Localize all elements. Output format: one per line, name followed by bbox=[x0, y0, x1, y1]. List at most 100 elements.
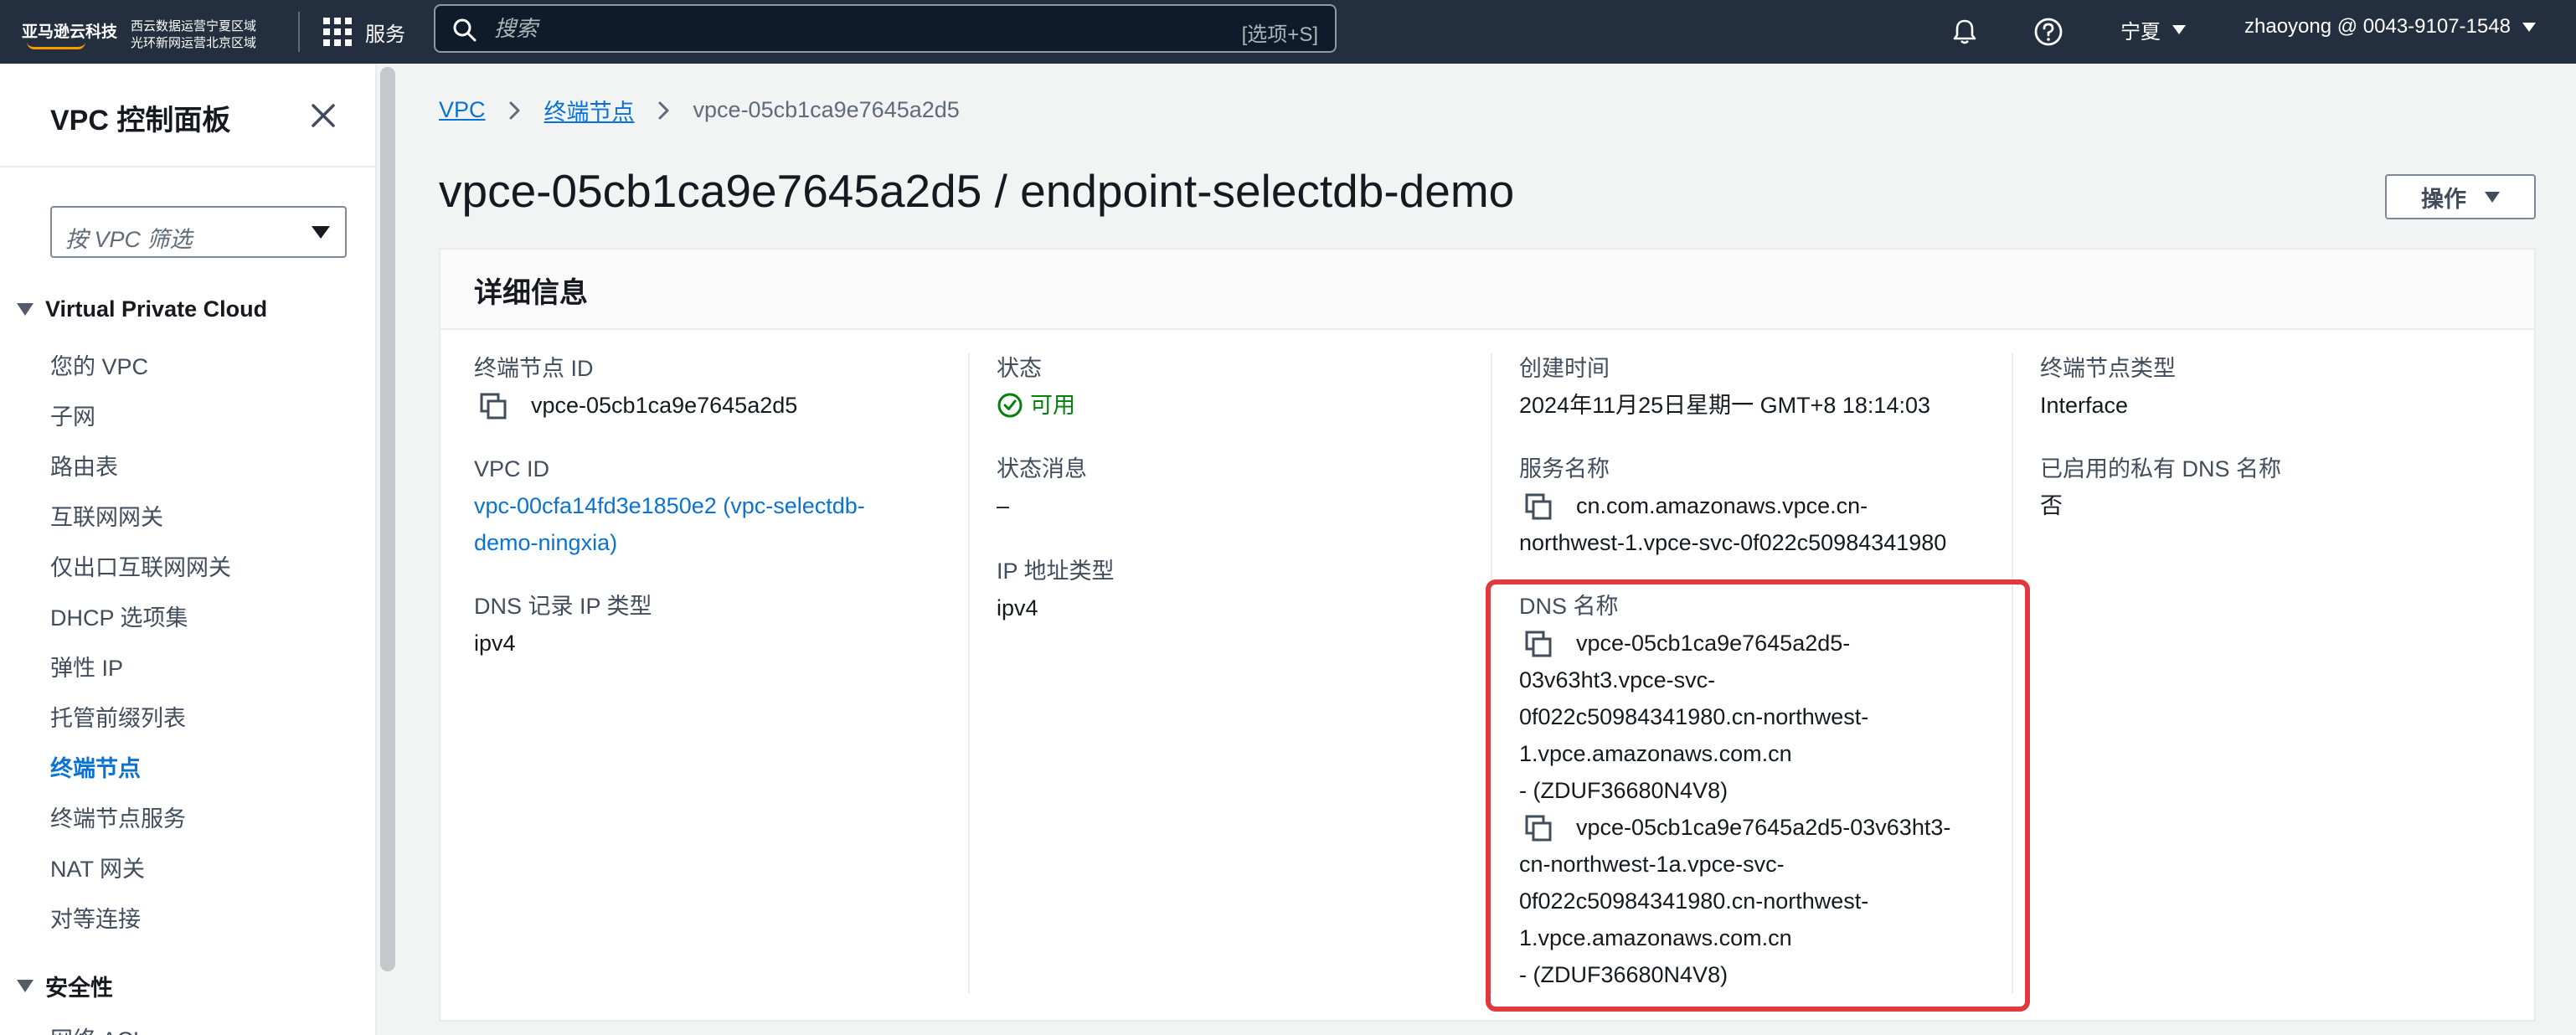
account-label: zhaoyong @ 0043-9107-1548 bbox=[2244, 15, 2511, 38]
sidebar-item-peering-connections[interactable]: 对等连接 bbox=[50, 901, 141, 934]
sidebar-item-nat-gateways[interactable]: NAT 网关 bbox=[50, 851, 145, 883]
dns-names-highlight-annotation bbox=[1486, 579, 2030, 1012]
sidebar-divider bbox=[0, 166, 377, 167]
expand-triangle-icon bbox=[17, 980, 33, 992]
caret-down-icon bbox=[2172, 25, 2186, 34]
sidebar-item-endpoint-services[interactable]: 终端节点服务 bbox=[50, 801, 186, 833]
region-selector[interactable]: 宁夏 bbox=[2120, 15, 2186, 44]
logo-text: 亚马逊云科技 bbox=[22, 23, 118, 41]
private-dns-value: 否 bbox=[2040, 493, 2063, 518]
service-name-label: 服务名称 bbox=[1519, 456, 1610, 481]
endpoint-type-label: 终端节点类型 bbox=[2040, 356, 2176, 381]
status-label: 状态 bbox=[997, 356, 1042, 381]
service-name-line1: cn.com.amazonaws.vpce.cn- bbox=[1576, 493, 1868, 518]
logo-subtitle: 西云数据运营宁夏区域 光环新网运营北京区域 bbox=[131, 18, 256, 52]
copy-icon[interactable] bbox=[1524, 492, 1553, 521]
status-message-value: – bbox=[997, 493, 1010, 518]
logo-smile-icon bbox=[27, 42, 85, 49]
sidebar-item-egress-only-igw[interactable]: 仅出口互联网网关 bbox=[50, 549, 231, 582]
services-label: 服务 bbox=[365, 23, 405, 46]
vpc-id-link-line1: vpc-00cfa14fd3e1850e2 (vpc-selectdb- bbox=[474, 493, 865, 518]
vpc-filter-placeholder: 按 VPC 筛选 bbox=[65, 227, 193, 252]
field-private-dns-enabled: 已启用的私有 DNS 名称 否 bbox=[2040, 451, 2281, 524]
sidebar-item-elastic-ips[interactable]: 弹性 IP bbox=[50, 650, 123, 682]
close-icon[interactable] bbox=[305, 97, 342, 134]
caret-down-icon bbox=[2485, 191, 2500, 203]
breadcrumb-current: vpce-05cb1ca9e7645a2d5 bbox=[693, 97, 960, 122]
notifications-bell-icon[interactable] bbox=[1946, 13, 1983, 50]
actions-label: 操作 bbox=[2421, 186, 2466, 212]
expand-triangle-icon bbox=[17, 303, 33, 316]
search-shortcut-hint: [选项+S] bbox=[1241, 23, 1318, 46]
dns-record-type-label: DNS 记录 IP 类型 bbox=[474, 594, 652, 619]
private-dns-label: 已启用的私有 DNS 名称 bbox=[2040, 456, 2282, 481]
caret-down-icon bbox=[312, 226, 330, 239]
endpoint-type-value: Interface bbox=[2040, 393, 2129, 418]
actions-button[interactable]: 操作 bbox=[2385, 174, 2536, 219]
field-creation-time: 创建时间 2024年11月25日星期一 GMT+8 18:14:03 bbox=[1519, 350, 1930, 424]
endpoint-id-label: 终端节点 ID bbox=[474, 356, 594, 381]
sidebar-scrollbar-thumb[interactable] bbox=[380, 67, 395, 971]
column-divider bbox=[968, 353, 970, 993]
side-navigation: VPC 控制面板 按 VPC 筛选 Virtual Private Cloud … bbox=[0, 64, 377, 1035]
sidebar-item-subnets[interactable]: 子网 bbox=[50, 399, 95, 431]
chevron-right-icon bbox=[658, 101, 669, 119]
sidebar-item-network-acls[interactable]: 网络 ACL bbox=[50, 1022, 146, 1035]
section-label: Virtual Private Cloud bbox=[45, 296, 268, 322]
chevron-right-icon bbox=[509, 101, 520, 119]
vpc-filter-select[interactable]: 按 VPC 筛选 bbox=[50, 206, 347, 258]
vpc-id-link[interactable]: vpc-00cfa14fd3e1850e2 (vpc-selectdb- dem… bbox=[474, 487, 865, 561]
check-circle-icon bbox=[997, 393, 1023, 418]
ip-type-value: ipv4 bbox=[997, 595, 1038, 620]
sidebar-item-dhcp-option-sets[interactable]: DHCP 选项集 bbox=[50, 600, 188, 632]
sidebar-item-managed-prefix-lists[interactable]: 托管前缀列表 bbox=[50, 700, 186, 733]
breadcrumb-endpoints-link[interactable]: 终端节点 bbox=[544, 94, 635, 126]
field-ip-address-type: IP 地址类型 ipv4 bbox=[997, 553, 1115, 626]
section-virtual-private-cloud[interactable]: Virtual Private Cloud bbox=[17, 296, 267, 322]
field-endpoint-type: 终端节点类型 Interface bbox=[2040, 350, 2176, 424]
search-bar[interactable]: [选项+S] bbox=[434, 4, 1337, 53]
search-icon bbox=[453, 18, 477, 42]
sidebar-item-endpoints[interactable]: 终端节点 bbox=[50, 750, 141, 783]
aws-logo[interactable]: 亚马逊云科技 西云数据运营宁夏区域 光环新网运营北京区域 bbox=[22, 10, 256, 54]
top-navigation: 亚马逊云科技 西云数据运营宁夏区域 光环新网运营北京区域 服务 [选项+S] bbox=[0, 0, 2576, 64]
status-value: 可用 bbox=[1030, 393, 1075, 418]
sidebar-title: VPC 控制面板 bbox=[50, 105, 231, 136]
service-name-line2: northwest-1.vpce-svc-0f022c50984341980 bbox=[1519, 530, 1947, 555]
vpc-id-label: VPC ID bbox=[474, 456, 550, 481]
dns-record-type-value: ipv4 bbox=[474, 631, 516, 656]
field-status-message: 状态消息 – bbox=[997, 451, 1087, 524]
field-status: 状态 可用 bbox=[997, 350, 1075, 424]
account-menu[interactable]: zhaoyong @ 0043-9107-1548 bbox=[2244, 15, 2536, 39]
endpoint-id-value: vpce-05cb1ca9e7645a2d5 bbox=[531, 393, 798, 418]
region-label: 宁夏 bbox=[2120, 21, 2161, 44]
copy-icon[interactable] bbox=[479, 392, 507, 420]
page-title: vpce-05cb1ca9e7645a2d5 / endpoint-select… bbox=[439, 165, 1515, 217]
breadcrumb: VPC 终端节点 vpce-05cb1ca9e7645a2d5 bbox=[439, 94, 960, 126]
nav-divider bbox=[298, 12, 300, 52]
logo-subtitle-line1: 西云数据运营宁夏区域 bbox=[131, 19, 257, 33]
field-service-name: 服务名称 cn.com.amazonaws.vpce.cn- northwest… bbox=[1519, 451, 1946, 561]
ip-type-label: IP 地址类型 bbox=[997, 559, 1115, 584]
vpc-id-link-line2: demo-ningxia) bbox=[474, 530, 618, 555]
sidebar-item-internet-gateways[interactable]: 互联网网关 bbox=[50, 499, 163, 532]
section-security[interactable]: 安全性 bbox=[17, 970, 113, 1002]
section-label: 安全性 bbox=[45, 976, 113, 1001]
help-icon[interactable] bbox=[2030, 13, 2067, 50]
field-dns-record-ip-type: DNS 记录 IP 类型 ipv4 bbox=[474, 588, 652, 662]
sidebar-item-route-tables[interactable]: 路由表 bbox=[50, 449, 118, 481]
caret-down-icon bbox=[2522, 22, 2536, 32]
status-message-label: 状态消息 bbox=[997, 456, 1087, 481]
grid-icon bbox=[323, 18, 352, 46]
field-endpoint-id: 终端节点 ID vpce-05cb1ca9e7645a2d5 bbox=[474, 350, 797, 424]
sidebar-item-your-vpcs[interactable]: 您的 VPC bbox=[50, 348, 148, 381]
services-menu-button[interactable]: 服务 bbox=[323, 13, 405, 50]
search-input[interactable] bbox=[494, 6, 1181, 51]
logo-subtitle-line2: 光环新网运营北京区域 bbox=[131, 36, 257, 50]
created-value: 2024年11月25日星期一 GMT+8 18:14:03 bbox=[1519, 393, 1930, 418]
created-label: 创建时间 bbox=[1519, 356, 1610, 381]
field-vpc-id: VPC ID vpc-00cfa14fd3e1850e2 (vpc-select… bbox=[474, 451, 865, 561]
details-panel-title: 详细信息 bbox=[474, 277, 588, 309]
details-panel-header: 详细信息 bbox=[440, 250, 2534, 330]
breadcrumb-vpc-link[interactable]: VPC bbox=[439, 97, 486, 123]
